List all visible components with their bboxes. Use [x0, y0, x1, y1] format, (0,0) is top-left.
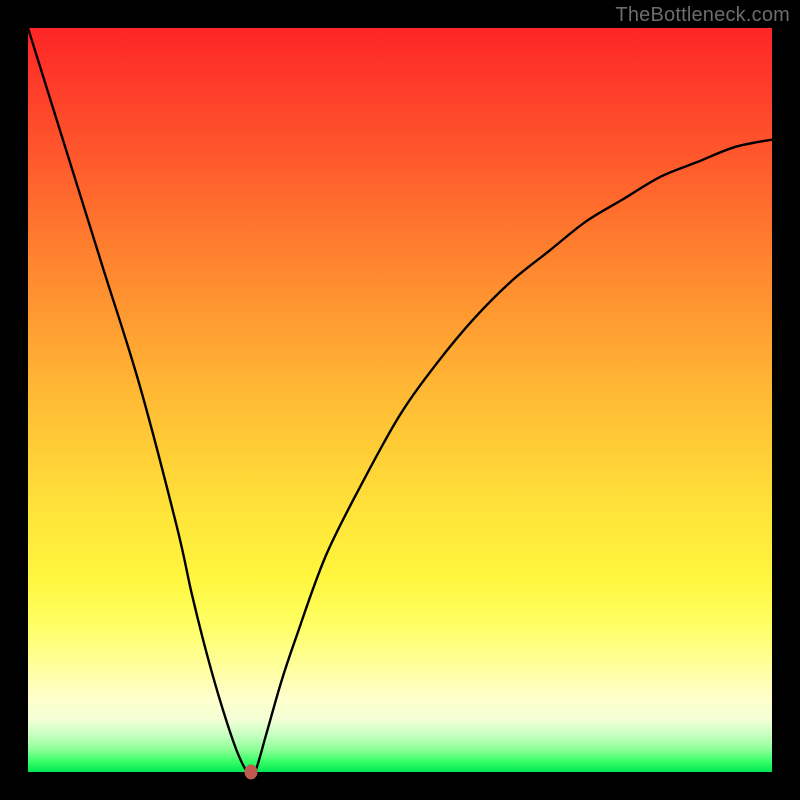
chart-frame: TheBottleneck.com: [0, 0, 800, 800]
bottleneck-curve: [28, 28, 772, 772]
watermark-text: TheBottleneck.com: [615, 4, 790, 27]
optimal-point-marker: [245, 765, 258, 780]
curve-path: [28, 28, 772, 776]
plot-area: [28, 28, 772, 772]
